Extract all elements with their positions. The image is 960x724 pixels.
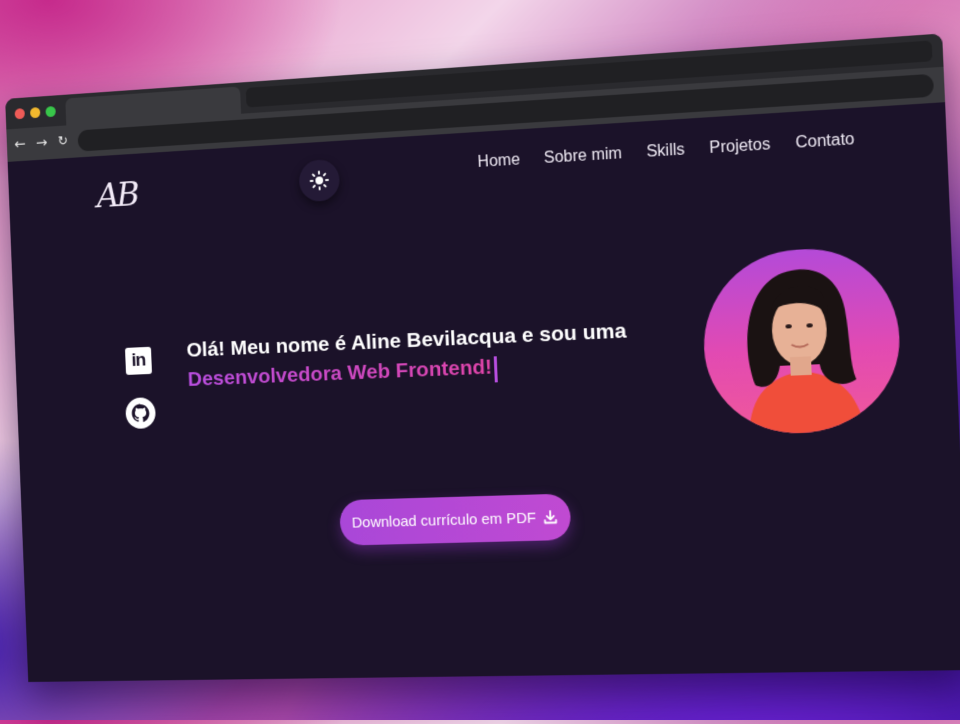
site-logo[interactable]: AB	[96, 175, 138, 216]
profile-portrait-illustration	[700, 245, 903, 437]
download-icon	[542, 509, 559, 526]
hero-intro: Olá! Meu nome é Aline Bevilacqua e sou u…	[186, 319, 628, 394]
nav-projetos[interactable]: Projetos	[709, 136, 771, 158]
nav-home[interactable]: Home	[477, 151, 520, 172]
github-icon[interactable]	[125, 397, 156, 429]
browser-window: ← → ↻ AB Home Sobre mi	[5, 33, 960, 682]
minimize-window-button[interactable]	[30, 107, 40, 118]
download-cv-button[interactable]: Download currículo em PDF	[339, 493, 571, 545]
nav-sobre-mim[interactable]: Sobre mim	[544, 145, 623, 168]
linkedin-icon-text: in	[131, 350, 146, 372]
maximize-window-button[interactable]	[45, 106, 55, 117]
typing-cursor	[494, 356, 498, 382]
desktop-scene: ← → ↻ AB Home Sobre mi	[12, 0, 960, 724]
hero-role: Desenvolvedora Web Frontend!	[187, 356, 492, 392]
reload-icon[interactable]: ↻	[58, 134, 69, 149]
back-icon[interactable]: ←	[14, 135, 26, 153]
download-cv-label: Download currículo em PDF	[351, 509, 536, 531]
main-nav: Home Sobre mim Skills Projetos Contato	[477, 131, 855, 172]
nav-contato[interactable]: Contato	[795, 131, 855, 153]
social-links: in	[123, 347, 156, 429]
linkedin-icon[interactable]: in	[125, 347, 152, 375]
profile-photo	[700, 245, 903, 437]
nav-skills[interactable]: Skills	[646, 141, 685, 162]
window-controls	[15, 106, 56, 119]
theme-toggle-button[interactable]	[298, 159, 340, 203]
forward-icon[interactable]: →	[36, 133, 48, 151]
sun-icon	[309, 170, 329, 191]
close-window-button[interactable]	[15, 108, 25, 119]
portfolio-page: AB Home Sobre mim Skills Projetos	[8, 102, 960, 682]
